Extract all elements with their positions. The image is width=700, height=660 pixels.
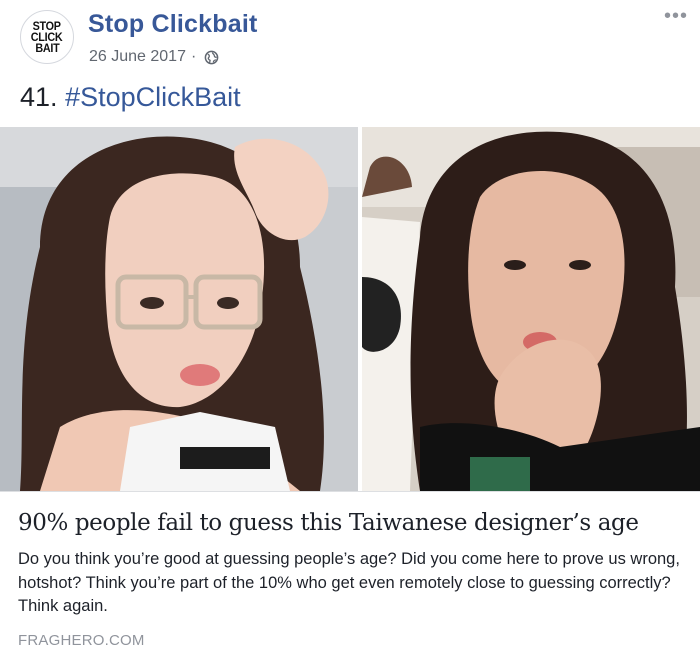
post-text: 41. #StopClickBait xyxy=(20,80,241,114)
hashtag-link[interactable]: #StopClickBait xyxy=(65,82,241,112)
page-name-link[interactable]: Stop Clickbait xyxy=(88,10,258,39)
meta-separator: · xyxy=(190,48,197,65)
more-options-icon[interactable]: ••• xyxy=(664,6,688,26)
link-description: Do you think you’re good at guessing peo… xyxy=(18,550,680,615)
link-preview-image[interactable] xyxy=(0,127,700,491)
link-title[interactable]: 90% people fail to guess this Taiwanese … xyxy=(18,510,688,536)
avatar-line: BAIT xyxy=(34,40,60,55)
globe-icon[interactable] xyxy=(204,50,219,65)
post-meta: 26 June 2017 · xyxy=(89,48,219,66)
left-photo xyxy=(0,127,358,491)
link-domain: FRAGHERO.COM xyxy=(18,632,145,649)
link-preview-card[interactable]: 90% people fail to guess this Taiwanese … xyxy=(0,491,700,660)
facebook-post: STOP CLICK BAIT Stop Clickbait 26 June 2… xyxy=(0,0,700,660)
post-number: 41. xyxy=(20,82,58,112)
right-photo xyxy=(362,127,700,491)
post-header: STOP CLICK BAIT Stop Clickbait 26 June 2… xyxy=(0,0,700,80)
post-date[interactable]: 26 June 2017 xyxy=(89,48,186,66)
page-avatar[interactable]: STOP CLICK BAIT xyxy=(20,10,74,64)
